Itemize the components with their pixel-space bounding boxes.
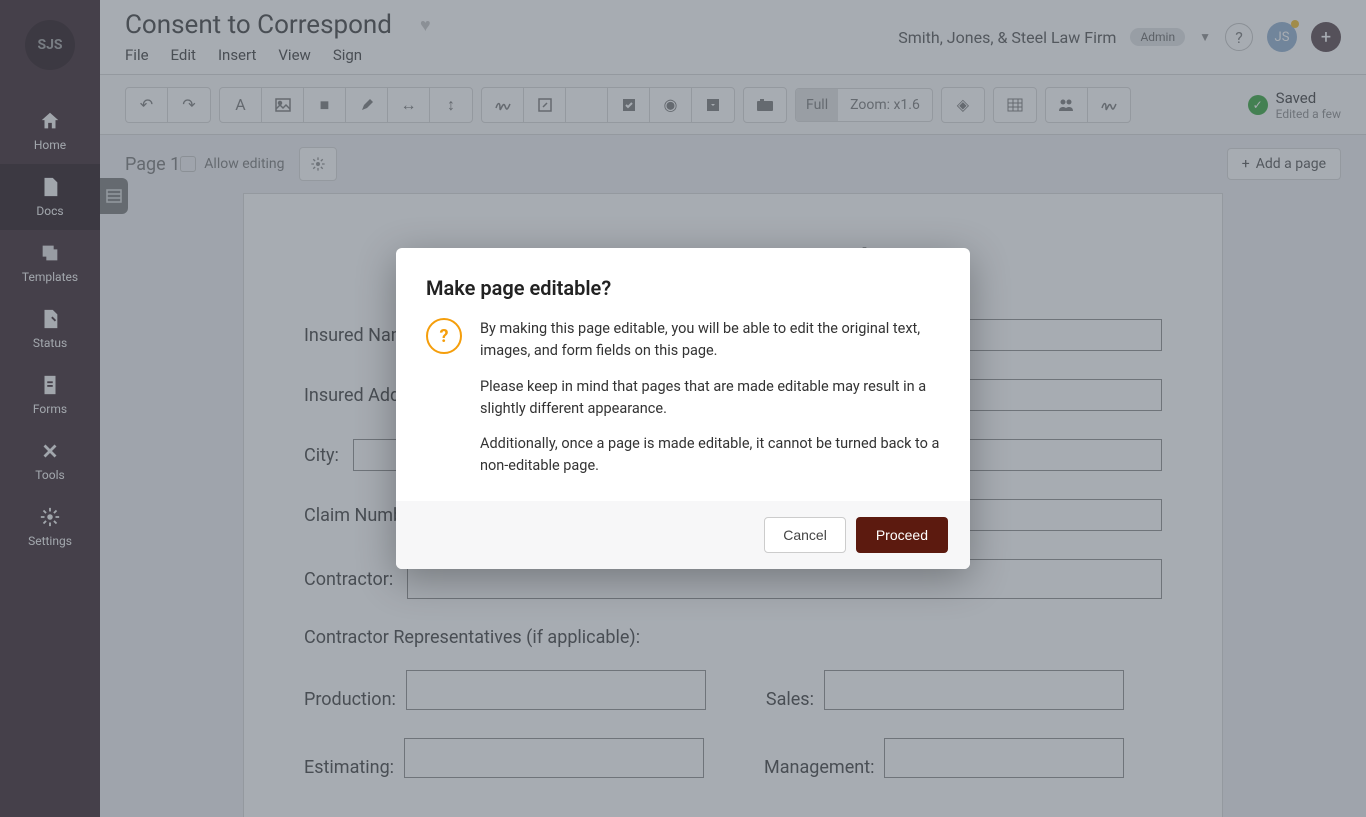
modal-p3: Additionally, once a page is made editab… [480,433,940,477]
modal-overlay: Make page editable? ? By making this pag… [0,0,1366,817]
modal-dialog: Make page editable? ? By making this pag… [396,248,970,569]
question-icon: ? [426,318,462,354]
modal-p1: By making this page editable, you will b… [480,318,940,362]
modal-title: Make page editable? [426,276,940,300]
cancel-button[interactable]: Cancel [764,517,846,553]
proceed-button[interactable]: Proceed [856,517,948,553]
modal-p2: Please keep in mind that pages that are … [480,376,940,420]
